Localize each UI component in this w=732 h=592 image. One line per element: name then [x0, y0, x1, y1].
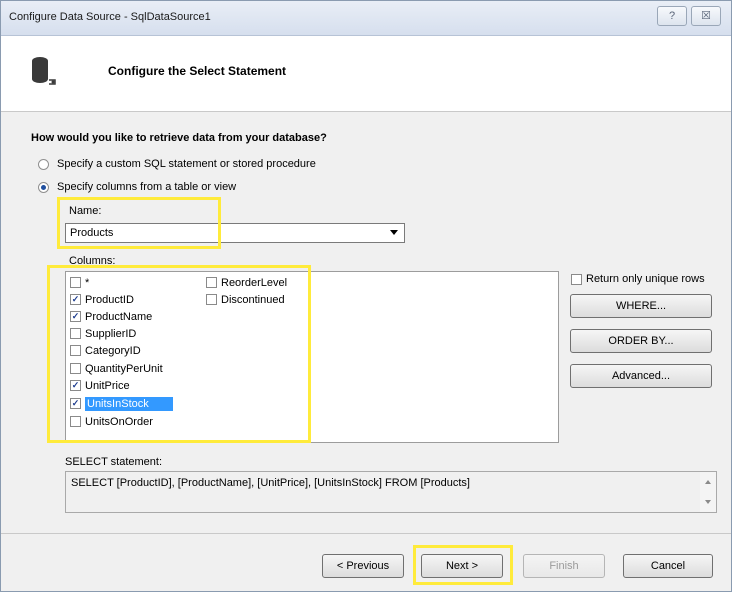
- radio-custom-sql[interactable]: Specify a custom SQL statement or stored…: [38, 158, 316, 170]
- radio-table-columns-indicator[interactable]: [38, 181, 49, 193]
- select-statement-box[interactable]: SELECT [ProductID], [ProductName], [Unit…: [65, 471, 717, 513]
- configure-data-source-dialog: Configure Data Source - SqlDataSource1 ?…: [0, 0, 732, 592]
- radio-custom-sql-label: Specify a custom SQL statement or stored…: [57, 158, 316, 170]
- cancel-button[interactable]: Cancel: [623, 554, 713, 578]
- highlight-next-button: [413, 545, 513, 585]
- title-bar: Configure Data Source - SqlDataSource1 ?…: [1, 1, 731, 36]
- where-button[interactable]: WHERE...: [570, 294, 712, 318]
- page-title: Configure the Select Statement: [108, 64, 287, 78]
- radio-table-columns[interactable]: Specify columns from a table or view: [38, 181, 236, 193]
- order-by-button[interactable]: ORDER BY...: [570, 329, 712, 353]
- footer-divider: [1, 533, 731, 534]
- window-title: Configure Data Source - SqlDataSource1: [9, 11, 211, 23]
- select-statement-text: SELECT [ProductID], [ProductName], [Unit…: [71, 477, 470, 489]
- close-icon[interactable]: ☒: [691, 6, 721, 26]
- finish-button[interactable]: Finish: [523, 554, 605, 578]
- radio-custom-sql-indicator[interactable]: [38, 158, 49, 170]
- advanced-button[interactable]: Advanced...: [570, 364, 712, 388]
- highlight-columns-box: [47, 265, 311, 443]
- wizard-header: Configure the Select Statement: [1, 36, 731, 112]
- help-icon[interactable]: ?: [657, 6, 687, 26]
- database-icon: [32, 57, 56, 85]
- previous-button[interactable]: < Previous: [322, 554, 404, 578]
- scroll-down-icon[interactable]: [705, 500, 711, 504]
- highlight-name-box: [57, 197, 221, 249]
- unique-rows-option[interactable]: Return only unique rows: [571, 273, 705, 285]
- chevron-down-icon[interactable]: [390, 230, 398, 235]
- scrollbar[interactable]: [700, 472, 716, 512]
- radio-table-columns-label: Specify columns from a table or view: [57, 181, 237, 193]
- unique-rows-label: Return only unique rows: [586, 273, 705, 285]
- scroll-up-icon[interactable]: [705, 480, 711, 484]
- retrieve-question: How would you like to retrieve data from…: [31, 132, 327, 144]
- select-statement-label: SELECT statement:: [65, 456, 163, 468]
- unique-rows-checkbox[interactable]: [571, 273, 582, 285]
